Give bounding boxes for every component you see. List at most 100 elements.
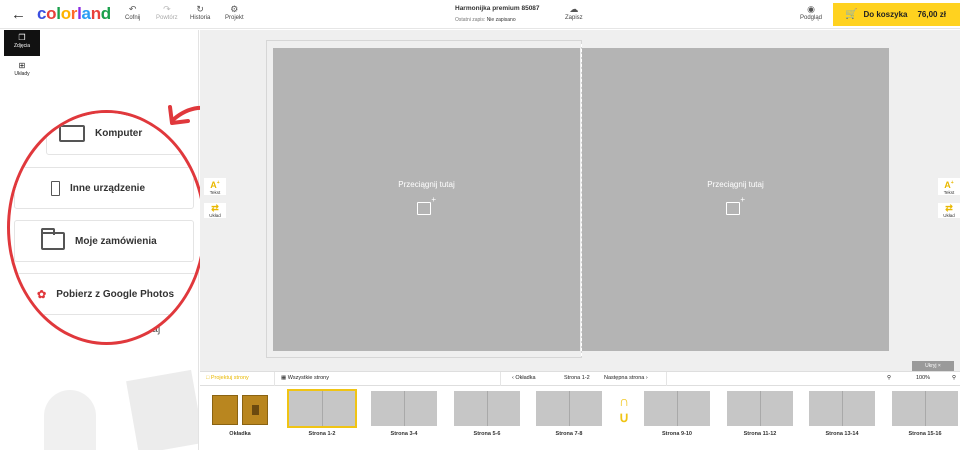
text-add-icon: A+ bbox=[944, 180, 954, 190]
cover-emblem bbox=[252, 405, 259, 415]
undo-icon: ↶ bbox=[128, 4, 137, 14]
tool-text-label: Tekst bbox=[209, 190, 221, 195]
redo-button[interactable]: ↷ Powtórz bbox=[156, 4, 178, 21]
thumb-label: Okładka bbox=[229, 431, 251, 437]
monitor-icon bbox=[59, 124, 85, 142]
cover-thumb-back[interactable] bbox=[212, 395, 238, 425]
undo-button[interactable]: ↶ Cofnij bbox=[125, 4, 140, 21]
layout-swap-icon: ⇄ bbox=[211, 203, 219, 213]
rail-item-photos[interactable]: ❐ Zdjęcia bbox=[4, 30, 40, 56]
hide-label: Ukryj bbox=[925, 363, 937, 369]
folder-icon bbox=[41, 228, 65, 250]
rail-label-layouts: Układy bbox=[14, 71, 30, 77]
thumb-label: Strona 7-8 bbox=[555, 431, 583, 437]
layout-tool[interactable]: ⇄ Układ bbox=[938, 203, 960, 218]
tool-layout-label: Układ bbox=[209, 213, 221, 218]
logo-letter: c bbox=[37, 4, 47, 23]
cover-thumb-front[interactable] bbox=[242, 395, 268, 425]
gear-icon: ⚙ bbox=[230, 4, 239, 14]
thumb-spread[interactable] bbox=[892, 391, 958, 426]
fold-line bbox=[581, 44, 582, 356]
source-google-photos-label: Pobierz z Google Photos bbox=[56, 288, 175, 300]
add-text-tool[interactable]: A+ Tekst bbox=[204, 178, 226, 195]
layout-swap-icon: ⇄ bbox=[945, 203, 953, 213]
tab-all-pages[interactable]: ▦ Wszystkie strony bbox=[281, 375, 329, 381]
page-right[interactable]: Przeciągnij tutaj bbox=[582, 48, 889, 351]
thumb-label: Strona 3-4 bbox=[390, 431, 418, 437]
save-label: Zapisz bbox=[565, 15, 583, 21]
source-my-orders-button[interactable]: Moje zamówienia bbox=[14, 220, 194, 262]
decorative-illustration bbox=[126, 369, 198, 450]
text-add-icon: A+ bbox=[210, 180, 220, 190]
undo-label: Cofnij bbox=[125, 15, 141, 21]
layout-tool[interactable]: ⇄ Układ bbox=[204, 203, 226, 218]
prev-page-button[interactable]: ‹ Okładka bbox=[512, 375, 536, 381]
divider bbox=[666, 372, 667, 386]
logo[interactable]: colorland bbox=[37, 4, 111, 24]
current-page-indicator: Strona 1-2 bbox=[564, 375, 590, 381]
thumbnail-strip: Okładka Strona 1-2 Strona 3-4 Strona 5-6… bbox=[200, 386, 960, 450]
logo-letter: a bbox=[81, 4, 91, 23]
cart-label: Do koszyka bbox=[863, 10, 908, 19]
decorative-illustration bbox=[44, 390, 96, 450]
chevron-left-icon: ‹ bbox=[512, 375, 514, 381]
page-left[interactable]: Przeciągnij tutaj bbox=[273, 48, 580, 351]
thumb-label: Strona 13-14 bbox=[825, 431, 859, 437]
cloud-icon: ☁ bbox=[569, 4, 579, 14]
history-icon: ↻ bbox=[196, 4, 204, 14]
divider bbox=[274, 372, 275, 386]
save-button[interactable]: ☁ Zapisz bbox=[565, 4, 583, 21]
fold-connector-icon: ∩ ∪ bbox=[618, 393, 630, 425]
source-google-photos-button[interactable]: ✿ Pobierz z Google Photos bbox=[14, 273, 203, 315]
rail-label-photos: Zdjęcia bbox=[13, 43, 31, 49]
tool-text-label: Tekst bbox=[943, 190, 955, 195]
thumb-label: Strona 11-12 bbox=[743, 431, 777, 437]
source-other-device-button[interactable]: Inne urządzenie bbox=[14, 167, 194, 209]
grid-icon: ▦ bbox=[281, 375, 287, 381]
add-to-cart-button[interactable]: 🛒 Do koszyka 76,00 zł bbox=[833, 3, 960, 26]
google-photos-icon: ✿ bbox=[37, 288, 47, 301]
page-navigation-bar: □ Projektuj strony ▦ Wszystkie strony ‹ … bbox=[200, 371, 960, 386]
thumb-spread[interactable] bbox=[371, 391, 437, 426]
logo-letter: o bbox=[46, 4, 57, 23]
drop-zone-label: Przeciągnij tutaj bbox=[398, 180, 455, 189]
thumb-spread[interactable] bbox=[536, 391, 602, 426]
project-button[interactable]: ⚙ Projekt bbox=[225, 4, 244, 21]
last-saved-value: Nie zapisano bbox=[486, 17, 516, 23]
arrow-left-icon[interactable]: ← bbox=[11, 6, 26, 23]
prev-page-label: Okładka bbox=[515, 375, 536, 381]
thumb-spread[interactable] bbox=[644, 391, 710, 426]
cart-icon: 🛒 bbox=[845, 9, 858, 20]
hide-strip-button[interactable]: Ukryj × bbox=[912, 361, 954, 371]
history-label: Historia bbox=[190, 15, 211, 21]
zoom-level: 100% bbox=[916, 375, 931, 381]
add-image-icon bbox=[726, 195, 745, 215]
cart-amount: 76,00 zł bbox=[917, 10, 946, 19]
add-text-tool[interactable]: A+ Tekst bbox=[938, 178, 960, 195]
zoom-in-icon[interactable]: ⚲ bbox=[952, 375, 956, 381]
drop-zone-label: Przeciągnij tutaj bbox=[707, 180, 764, 189]
tab-all-pages-label: Wszystkie strony bbox=[287, 375, 329, 381]
chevron-right-icon: › bbox=[645, 375, 648, 381]
thumb-spread[interactable] bbox=[727, 391, 793, 426]
tab-design-pages[interactable]: □ Projektuj strony bbox=[206, 375, 249, 381]
redo-icon: ↷ bbox=[163, 4, 171, 14]
rail-item-layouts[interactable]: ⊞ Układy bbox=[4, 58, 40, 84]
next-page-label: Następna strona bbox=[604, 375, 645, 381]
next-page-button[interactable]: Następna strona › bbox=[604, 375, 648, 381]
phone-icon bbox=[51, 180, 60, 196]
history-button[interactable]: ↻ Historia bbox=[190, 4, 210, 21]
top-bar: ← colorland ↶ Cofnij ↷ Powtórz ↻ Histori… bbox=[0, 0, 960, 29]
logo-letter: n bbox=[90, 4, 101, 23]
thumb-label: Strona 5-6 bbox=[473, 431, 501, 437]
redo-label: Powtórz bbox=[156, 15, 178, 21]
thumb-spread[interactable] bbox=[454, 391, 520, 426]
thumb-spread[interactable] bbox=[287, 389, 357, 428]
zoom-out-icon[interactable]: ⚲ bbox=[887, 375, 891, 381]
tab-design-pages-label: Projektuj strony bbox=[210, 375, 249, 381]
preview-button[interactable]: ◉ Podgląd bbox=[800, 4, 822, 21]
divider bbox=[500, 372, 501, 386]
logo-letter: d bbox=[100, 4, 111, 23]
thumb-label: Strona 9-10 bbox=[662, 431, 692, 437]
thumb-spread[interactable] bbox=[809, 391, 875, 426]
